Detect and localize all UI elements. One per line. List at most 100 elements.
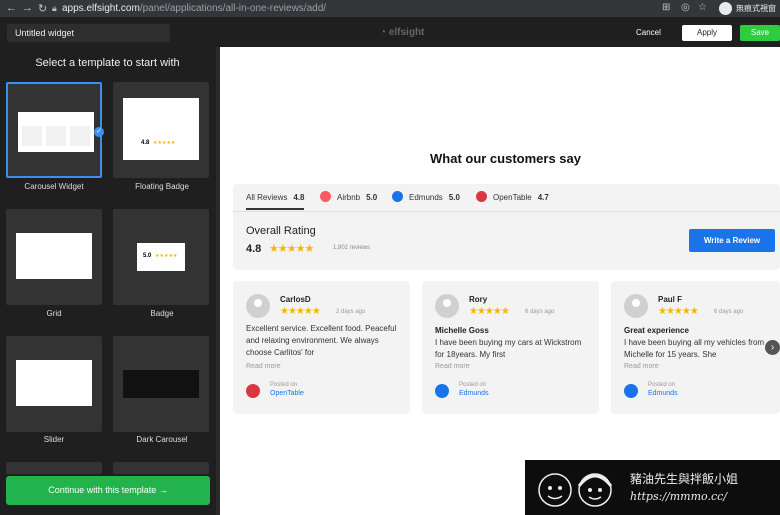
profile-avatar[interactable] [719,2,732,15]
preview-stars: ★★★★★ [155,253,178,259]
cancel-button[interactable]: Cancel [636,28,661,37]
widget-name-input[interactable]: Untitled widget [7,24,170,42]
opentable-icon [246,384,260,398]
back-icon[interactable]: ← [6,2,17,14]
review-text: I have been buying all my vehicles from … [624,338,765,359]
user-avatar-icon [624,294,648,318]
review-date: 6 days ago [714,309,744,315]
widget-preview: What our customers say All Reviews 4.8 Ai… [220,47,780,515]
widget-title: What our customers say [430,151,581,166]
template-preview: 5.0 ★★★★★ [137,243,185,271]
template-carousel-widget[interactable] [6,82,102,178]
tab-all-reviews[interactable]: All Reviews 4.8 [246,193,304,202]
opentable-icon [476,191,487,202]
star-icon[interactable]: ☆ [698,2,707,13]
review-text: I have been buying my cars at Wickstrom … [435,338,582,359]
airbnb-icon [320,191,331,202]
posted-on-label: Posted on [459,382,487,388]
user-avatar-icon [435,294,459,318]
template-preview [18,112,94,152]
review-title: Great experience [624,326,689,335]
continue-label: Continue with this template [48,485,157,495]
user-avatar-icon [246,294,270,318]
review-source-link[interactable]: Edmunds [459,390,489,397]
reviewer-name: Rory [469,295,488,304]
tab-opentable[interactable]: OpenTable 4.7 [493,193,549,202]
reviewer-name: Paul F [658,295,683,304]
watermark-text: 豬油先生與拌飯小姐 [630,472,739,486]
preview-score: 5.0 [143,253,152,259]
save-button[interactable]: Save [740,25,780,41]
watermark: 豬油先生與拌飯小姐 https://mmmo.cc/ [525,460,780,515]
review-source-link[interactable]: OpenTable [270,390,304,397]
tab-label: Airbnb [337,193,361,202]
active-tab-indicator [246,208,304,210]
template-label: Grid [46,309,62,318]
carousel-next-button[interactable]: › [765,340,780,355]
selected-check-icon: ✓ [94,127,104,137]
template-badge[interactable]: 5.0 ★★★★★ [113,209,209,305]
overall-stars: ★★★★★ [269,243,314,255]
template-sidebar: Select a template to start with ✓ Carous… [0,47,220,515]
review-stars: ★★★★★ [469,306,510,317]
write-review-button[interactable]: Write a Review [689,229,775,252]
template-more[interactable] [6,462,102,474]
reload-icon[interactable]: ↻ [38,2,47,15]
read-more-link[interactable]: Read more [435,363,470,370]
tab-edmunds[interactable]: Edmunds 5.0 [409,193,460,202]
template-label: Dark Carousel [136,435,188,444]
preview-stars: ★★★★★ [153,140,176,146]
template-slider[interactable] [6,336,102,432]
tab-label: OpenTable [493,193,532,202]
read-more-link[interactable]: Read more [246,363,281,370]
eye-off-icon[interactable]: ◎ [681,2,690,13]
translate-icon[interactable]: ⊞ [662,2,670,13]
template-preview [123,370,199,398]
tab-score: 5.0 [366,193,378,202]
apply-button[interactable]: Apply [682,25,732,41]
address-bar[interactable]: apps.elfsight.com/panel/applications/all… [62,3,326,14]
url-path: /panel/applications/all-in-one-reviews/a… [139,3,327,14]
template-preview: 4.8 ★★★★★ [123,98,199,160]
profile-name: 無痕式視窗 [736,4,776,13]
review-text: Excellent service. Excellent food. Peace… [246,324,397,357]
review-count: 1,802 reviews [333,245,371,251]
forward-icon[interactable]: → [22,2,33,14]
reviews-header: All Reviews 4.8 Airbnb 5.0 Edmunds 5.0 Open… [233,184,780,270]
template-label: Slider [43,435,65,444]
tab-airbnb[interactable]: Airbnb 5.0 [337,193,377,202]
divider [233,211,780,212]
edmunds-icon [392,191,403,202]
review-title: Michelle Goss [435,326,489,335]
template-dark-carousel[interactable] [113,336,209,432]
review-source-link[interactable]: Edmunds [648,390,678,397]
edmunds-icon [435,384,449,398]
edmunds-icon [624,384,638,398]
review-stars: ★★★★★ [280,306,321,317]
template-more[interactable] [113,462,209,474]
watermark-url: https://mmmo.cc/ [630,490,727,503]
continue-button[interactable]: Continue with this template → [6,476,210,505]
template-floating-badge[interactable]: 4.8 ★★★★★ [113,82,209,178]
template-preview [16,233,92,279]
tab-label: Edmunds [409,193,443,202]
editor-header: Untitled widget ◔ elfsight Cancel Apply … [0,17,780,47]
tab-score: 4.7 [537,193,549,202]
reviewer-name: CarlosD [280,295,311,304]
template-label: Floating Badge [135,182,189,191]
elfsight-logo: ◔ elfsight [380,27,425,38]
review-card: CarlosD ★★★★★ 2 days ago Excellent servi… [233,281,410,414]
posted-on-label: Posted on [648,382,676,388]
read-more-link[interactable]: Read more [624,363,659,370]
preview-score: 4.8 [141,140,150,146]
url-domain: apps.elfsight.com [62,3,140,14]
review-date: 2 days ago [336,309,366,315]
tab-label: All Reviews [246,193,288,202]
tab-score: 5.0 [448,193,460,202]
logo-text: elfsight [388,27,425,38]
review-stars: ★★★★★ [658,306,699,317]
arrow-right-icon: → [158,485,168,495]
cartoon-faces-icon [538,473,613,507]
template-grid[interactable] [6,209,102,305]
lock-icon: 🔒︎ [52,3,57,13]
